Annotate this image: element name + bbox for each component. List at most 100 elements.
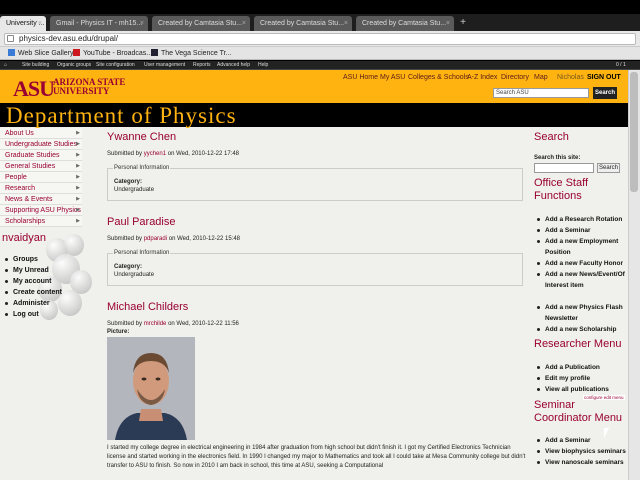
site-search-button[interactable]: Search xyxy=(597,163,620,173)
close-icon[interactable]: × xyxy=(344,16,348,31)
close-icon[interactable]: × xyxy=(140,16,144,31)
link-add-research-rotation[interactable]: Add a Research Rotation xyxy=(536,214,622,225)
user-link-my-account[interactable]: My account xyxy=(4,276,74,287)
link-add-employment-position[interactable]: Add a new Employment Position xyxy=(537,236,627,258)
signout-link[interactable]: SIGN OUT xyxy=(587,74,621,81)
fieldset-legend: Personal Information xyxy=(113,165,171,171)
youtube-icon xyxy=(73,49,80,56)
department-title[interactable]: Department of Physics xyxy=(6,103,237,128)
browser-tab[interactable]: Created by Camtasia Stu... × xyxy=(356,16,454,31)
site-search-input[interactable] xyxy=(534,163,594,173)
link-add-physics-flash[interactable]: Add a new Physics Flash Newsletter xyxy=(537,302,627,324)
close-icon[interactable]: × xyxy=(38,16,42,31)
nav-people[interactable]: People xyxy=(0,172,82,183)
left-navigation: About Us Undergraduate Studies Graduate … xyxy=(0,128,82,227)
user-link-my-unread[interactable]: My Unread xyxy=(4,265,74,276)
browser-tab[interactable]: University ... × xyxy=(0,16,46,31)
author-link[interactable]: mrchilde xyxy=(144,321,167,327)
bookmarks-bar: Web Slice Gallery YouTube - Broadcas... … xyxy=(0,47,640,60)
tab-label: Created by Camtasia Stu... xyxy=(362,20,447,27)
link-add-publication[interactable]: Add a Publication xyxy=(537,362,600,373)
link-add-seminar[interactable]: Add a Seminar xyxy=(537,225,591,236)
address-bar[interactable]: physics-dev.asu.edu/drupal/ xyxy=(4,33,636,45)
nav-graduate-studies[interactable]: Graduate Studies xyxy=(0,150,82,161)
link-view-publications[interactable]: View all publications xyxy=(537,384,609,395)
admin-menu-item[interactable]: Advanced help xyxy=(217,61,250,70)
author-link[interactable]: pdparadi xyxy=(144,236,167,242)
fieldset-legend: Personal Information xyxy=(113,250,171,256)
nav-asu-home[interactable]: ASU Home xyxy=(343,74,378,81)
link-add-news-event[interactable]: Add a new News/Event/Of Interest item xyxy=(537,269,627,291)
site-search-label: Search this site: xyxy=(534,155,581,161)
close-icon[interactable]: × xyxy=(446,16,450,31)
browser-tab[interactable]: Created by Camtasia Stu... × xyxy=(254,16,352,31)
admin-menu-item[interactable]: Site configuration xyxy=(96,61,135,70)
bookmark-vega[interactable]: The Vega Science Tr... xyxy=(151,48,231,59)
link-add-scholarship[interactable]: Add a new Scholarship xyxy=(537,324,617,335)
user-menu: Groups My Unread My account Create conte… xyxy=(4,254,74,320)
link-edit-profile[interactable]: Edit my profile xyxy=(536,373,590,384)
link-view-biophysics-seminars[interactable]: View biophysics seminars xyxy=(537,446,626,457)
link-view-nanoscale-seminars[interactable]: View nanoscale seminars xyxy=(537,457,624,468)
nav-a-z-index[interactable]: A-Z Index xyxy=(467,74,497,81)
scrollbar-thumb[interactable] xyxy=(630,72,638,192)
nav-undergraduate-studies[interactable]: Undergraduate Studies xyxy=(0,139,82,150)
asu-search-button[interactable]: Search xyxy=(593,87,617,99)
tab-label: Created by Camtasia Stu... xyxy=(260,20,345,27)
admin-menu-item[interactable]: Organic groups xyxy=(57,61,91,70)
nav-supporting-asu-physics[interactable]: Supporting ASU Physics xyxy=(0,205,82,216)
post-title[interactable]: Michael Childers xyxy=(107,301,188,313)
asu-wordmark: ARIZONA STATE UNIVERSITY xyxy=(53,78,125,96)
bookmark-web-slice[interactable]: Web Slice Gallery xyxy=(8,48,74,59)
post-title[interactable]: Ywanne Chen xyxy=(107,131,176,143)
nav-scholarships[interactable]: Scholarships xyxy=(0,216,82,227)
bookmark-youtube[interactable]: YouTube - Broadcas... xyxy=(73,48,152,59)
asu-logo[interactable]: ASU xyxy=(13,76,55,102)
asu-search-input[interactable]: Search ASU xyxy=(493,88,589,98)
user-link-log-out[interactable]: Log out xyxy=(4,309,74,320)
bookmark-label: Web Slice Gallery xyxy=(18,50,74,57)
page-icon xyxy=(7,35,14,42)
submitted-prefix: Submitted by xyxy=(107,321,143,327)
nav-about-us[interactable]: About Us xyxy=(0,128,82,139)
user-link-administer[interactable]: Administer xyxy=(4,298,74,309)
picture-label: Picture: xyxy=(107,329,130,335)
admin-menu-item[interactable]: Site building xyxy=(22,61,49,70)
user-link-create-content[interactable]: Create content xyxy=(4,287,74,298)
post-title[interactable]: Paul Paradise xyxy=(107,216,176,228)
admin-menu-bar: ⌂ Site building Organic groups Site conf… xyxy=(0,61,640,70)
nav-general-studies[interactable]: General Studies xyxy=(0,161,82,172)
asu-name-line: UNIVERSITY xyxy=(53,86,110,96)
category-label: Category: xyxy=(114,264,143,270)
personal-info-fieldset: Personal Information Category: Undergrad… xyxy=(107,250,523,286)
user-link-groups[interactable]: Groups xyxy=(4,254,74,265)
admin-menu-item[interactable]: Help xyxy=(258,61,268,70)
personal-info-fieldset: Personal Information Category: Undergrad… xyxy=(107,165,523,201)
current-user: Nicholas xyxy=(557,74,584,81)
browser-tab[interactable]: Gmail - Physics IT - mh15... × xyxy=(50,16,148,31)
web-slice-icon xyxy=(8,49,15,56)
new-tab-button[interactable]: + xyxy=(457,18,469,29)
bookmark-label: YouTube - Broadcas... xyxy=(83,50,153,57)
post-date: on Wed, 2010-12-22 11:56 xyxy=(168,321,239,327)
post-meta: Submitted by yychen1 on Wed, 2010-12-22 … xyxy=(107,151,239,157)
author-link[interactable]: yychen1 xyxy=(144,151,166,157)
admin-menu-item[interactable]: User management xyxy=(144,61,185,70)
link-add-faculty-honor[interactable]: Add a new Faculty Honor xyxy=(536,258,623,269)
nav-directory[interactable]: Directory xyxy=(501,74,529,81)
seminar-menu-title: Seminar Coordinator Menu xyxy=(534,399,623,424)
browser-tab[interactable]: Created by Camtasia Stu... × xyxy=(152,16,250,31)
link-add-seminar-coordinator[interactable]: Add a Seminar xyxy=(537,435,591,446)
submitted-prefix: Submitted by xyxy=(107,236,143,242)
admin-home-icon[interactable]: ⌂ xyxy=(4,61,7,70)
nav-colleges-schools[interactable]: Colleges & Schools xyxy=(408,74,469,81)
category-value: Undergraduate xyxy=(114,272,155,278)
nav-news-events[interactable]: News & Events xyxy=(0,194,82,205)
profile-photo xyxy=(107,337,195,440)
admin-menu-item[interactable]: Reports xyxy=(193,61,211,70)
nav-map[interactable]: Map xyxy=(534,74,548,81)
mouse-cursor-icon xyxy=(604,428,609,438)
close-icon[interactable]: × xyxy=(242,16,246,31)
nav-my-asu[interactable]: My ASU xyxy=(380,74,405,81)
nav-research[interactable]: Research xyxy=(0,183,82,194)
